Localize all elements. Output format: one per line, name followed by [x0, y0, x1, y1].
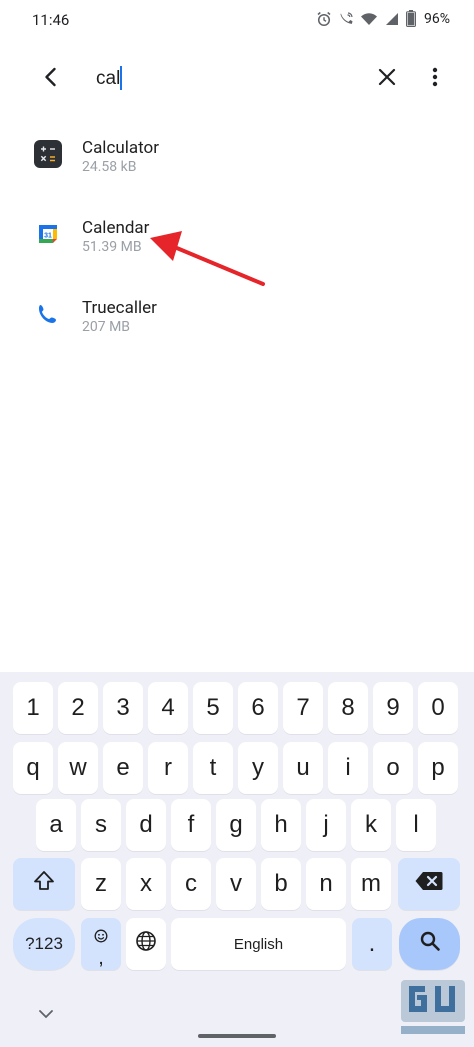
- key-y[interactable]: y: [238, 742, 278, 794]
- key-z[interactable]: z: [81, 858, 121, 910]
- result-item-calendar[interactable]: 31 Calendar 51.39 MB: [0, 198, 474, 270]
- key-h[interactable]: h: [261, 799, 301, 851]
- chevron-down-icon: [36, 1006, 56, 1025]
- key-l[interactable]: l: [396, 799, 436, 851]
- close-icon: [377, 67, 397, 91]
- key-u[interactable]: u: [283, 742, 323, 794]
- key-k[interactable]: k: [351, 799, 391, 851]
- status-time: 11:46: [32, 11, 70, 29]
- key-6[interactable]: 6: [238, 682, 278, 734]
- shift-key[interactable]: [13, 858, 75, 910]
- result-item-calculator[interactable]: Calculator 24.58 kB: [0, 118, 474, 190]
- gadgets-to-use-watermark-logo: [395, 978, 471, 1040]
- key-j[interactable]: j: [306, 799, 346, 851]
- period-key[interactable]: .: [352, 918, 392, 970]
- status-icons: 96%: [316, 10, 450, 27]
- key-m[interactable]: m: [351, 858, 391, 910]
- symbols-key[interactable]: ?123: [13, 918, 75, 970]
- calendar-app-icon: 31: [34, 220, 62, 248]
- home-gesture-bar[interactable]: [198, 1034, 276, 1038]
- key-x[interactable]: x: [126, 858, 166, 910]
- key-i[interactable]: i: [328, 742, 368, 794]
- key-r[interactable]: r: [148, 742, 188, 794]
- key-4[interactable]: 4: [148, 682, 188, 734]
- key-b[interactable]: b: [261, 858, 301, 910]
- backspace-icon: [414, 870, 444, 899]
- signal-icon: [384, 11, 400, 27]
- emoji-comma-key[interactable]: ,: [81, 918, 121, 970]
- comma-label: ,: [98, 947, 104, 969]
- hide-keyboard-button[interactable]: [36, 1006, 56, 1025]
- key-n[interactable]: n: [306, 858, 346, 910]
- app-size: 24.58 kB: [82, 159, 137, 175]
- key-q[interactable]: q: [13, 742, 53, 794]
- search-icon: [419, 930, 441, 959]
- calculator-app-icon: [34, 140, 62, 168]
- search-action-key[interactable]: [399, 918, 460, 970]
- text-cursor: [120, 66, 122, 90]
- key-0[interactable]: 0: [418, 682, 458, 734]
- key-2[interactable]: 2: [58, 682, 98, 734]
- app-size: 207 MB: [82, 319, 131, 335]
- app-size: 51.39 MB: [82, 239, 142, 255]
- key-3[interactable]: 3: [103, 682, 143, 734]
- key-f[interactable]: f: [171, 799, 211, 851]
- backspace-key[interactable]: [398, 858, 460, 910]
- key-8[interactable]: 8: [328, 682, 368, 734]
- key-g[interactable]: g: [216, 799, 256, 851]
- key-t[interactable]: t: [193, 742, 233, 794]
- shift-icon: [32, 869, 56, 900]
- app-name: Truecaller: [82, 298, 157, 318]
- status-bar: 11:46 96%: [0, 0, 474, 40]
- search-input[interactable]: [96, 64, 346, 94]
- back-arrow-icon: [40, 66, 62, 92]
- battery-icon: [406, 10, 416, 27]
- language-key[interactable]: [126, 918, 166, 970]
- app-name: Calculator: [82, 138, 159, 158]
- key-d[interactable]: d: [126, 799, 166, 851]
- key-1[interactable]: 1: [13, 682, 53, 734]
- key-9[interactable]: 9: [373, 682, 413, 734]
- key-s[interactable]: s: [81, 799, 121, 851]
- key-p[interactable]: p: [418, 742, 458, 794]
- clear-search-button[interactable]: [370, 62, 404, 96]
- key-o[interactable]: o: [373, 742, 413, 794]
- wifi-icon: [360, 11, 378, 27]
- emoji-icon: [94, 922, 108, 950]
- alarm-icon: [316, 11, 332, 27]
- key-7[interactable]: 7: [283, 682, 323, 734]
- key-a[interactable]: a: [36, 799, 76, 851]
- key-e[interactable]: e: [103, 742, 143, 794]
- key-w[interactable]: w: [58, 742, 98, 794]
- key-v[interactable]: v: [216, 858, 256, 910]
- battery-percentage: 96%: [424, 10, 450, 27]
- back-button[interactable]: [34, 62, 68, 96]
- wifi-calling-icon: [338, 11, 354, 27]
- result-item-truecaller[interactable]: Truecaller 207 MB: [0, 278, 474, 350]
- search-header: [0, 40, 474, 118]
- globe-icon: [135, 930, 157, 959]
- space-key[interactable]: English: [171, 918, 346, 970]
- more-options-button[interactable]: [420, 62, 450, 96]
- app-name: Calendar: [82, 218, 150, 238]
- more-vert-icon: [432, 67, 438, 91]
- phone-app-icon: [34, 300, 62, 328]
- calendar-icon-date: 31: [44, 233, 52, 240]
- key-5[interactable]: 5: [193, 682, 233, 734]
- key-c[interactable]: c: [171, 858, 211, 910]
